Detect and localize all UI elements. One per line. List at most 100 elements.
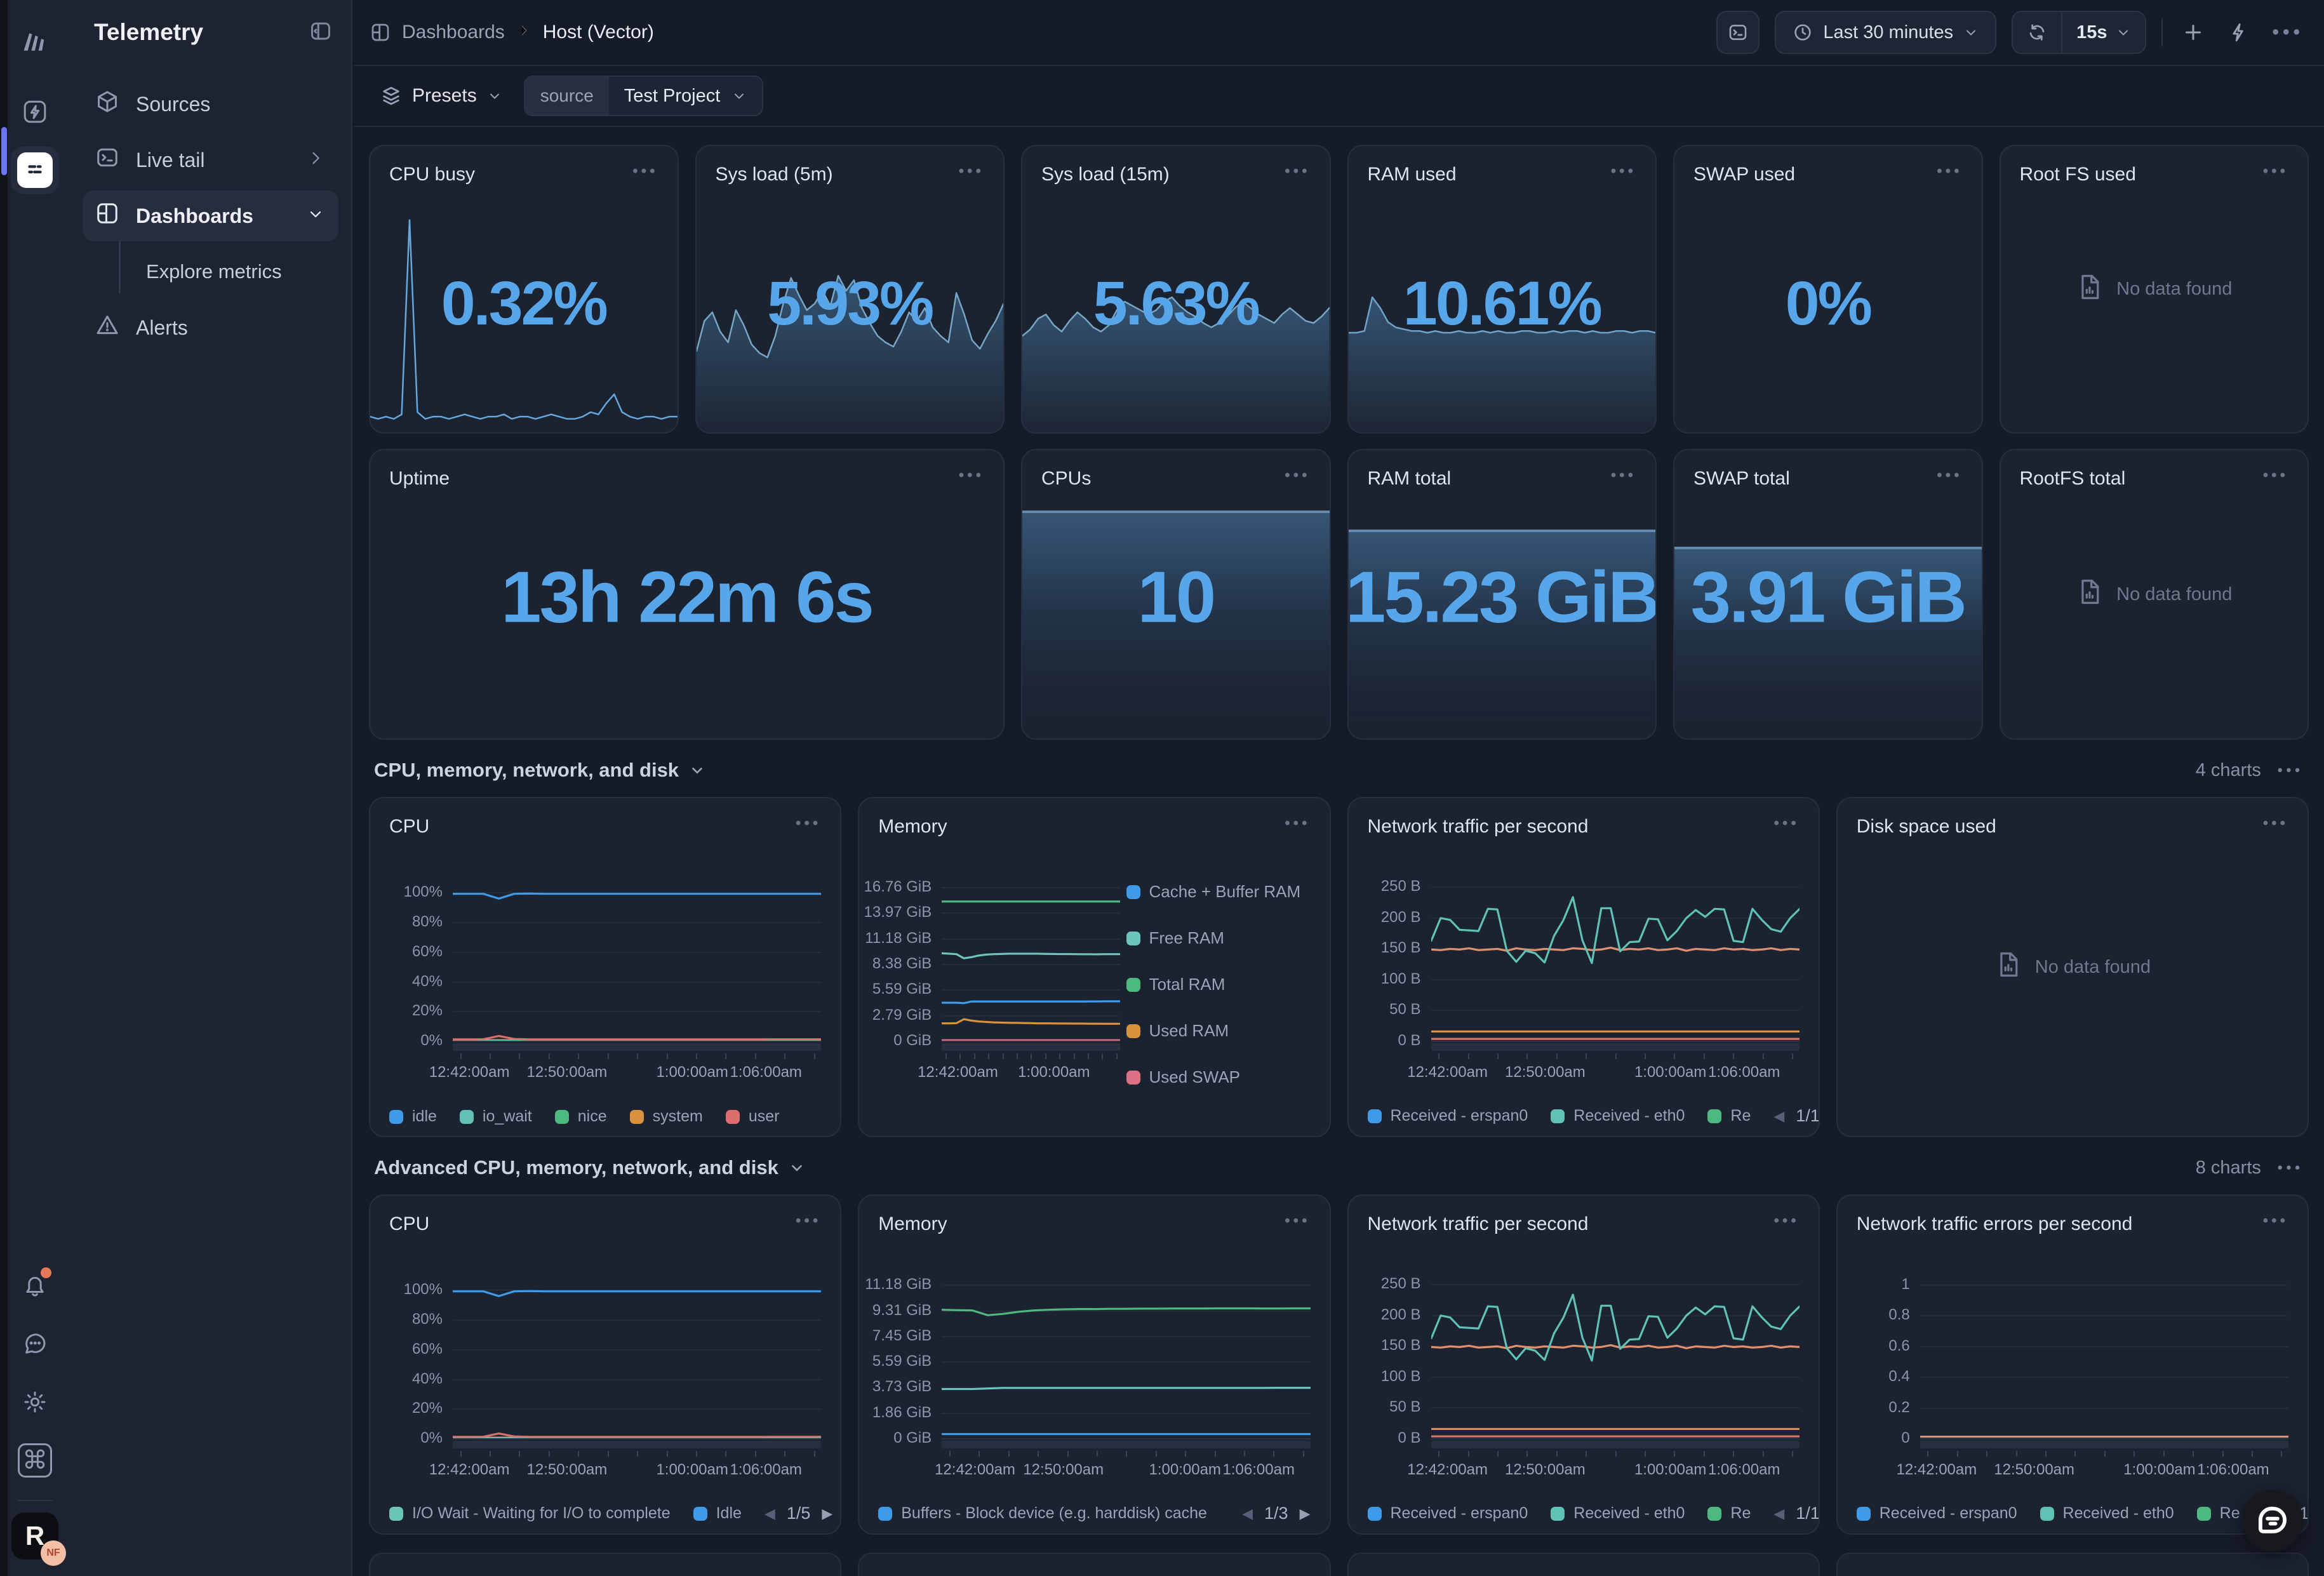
sidebar-item-alerts[interactable]: Alerts	[83, 302, 338, 353]
x-axis-label: 12:50:00am	[1994, 1461, 2074, 1479]
legend-item[interactable]: user	[726, 1107, 780, 1126]
card-menu-icon[interactable]: •••	[796, 1213, 821, 1229]
sidebar-item-explore-metrics[interactable]: Explore metrics	[83, 246, 338, 297]
axis-tick	[1468, 1053, 1469, 1059]
card-menu-icon[interactable]: •••	[2263, 1213, 2288, 1229]
card-menu-icon[interactable]: •••	[959, 468, 984, 483]
console-button[interactable]	[1716, 11, 1760, 54]
chart-plot[interactable]: 0 B50 B100 B150 B200 B250 B12:42:00am12:…	[1431, 873, 1800, 1041]
legend-item[interactable]: Idle	[693, 1504, 742, 1523]
more-options-button[interactable]: •••	[2268, 11, 2307, 54]
terminal-icon	[1728, 22, 1748, 43]
card-menu-icon[interactable]: •••	[1285, 816, 1310, 831]
source-filter[interactable]: source Test Project	[524, 76, 764, 116]
y-axis-label: 5.59 GiB	[872, 1352, 932, 1370]
quickstart-icon[interactable]	[11, 88, 59, 136]
card-menu-icon[interactable]: •••	[1937, 468, 1962, 483]
time-axis-band[interactable]	[453, 1043, 821, 1051]
chart-plot[interactable]: 0 GiB1.86 GiB3.73 GiB5.59 GiB7.45 GiB9.3…	[942, 1271, 1310, 1438]
legend-item[interactable]: Re	[1707, 1107, 1751, 1125]
time-axis-band[interactable]	[453, 1441, 821, 1448]
time-axis-band[interactable]	[1431, 1441, 1800, 1448]
legend-item[interactable]: Received - eth0	[1551, 1504, 1685, 1523]
pagination-next-icon[interactable]: ▶	[822, 1506, 832, 1522]
time-axis-band[interactable]	[942, 1043, 1119, 1051]
legend-item[interactable]: Cache + Buffer RAM	[1126, 882, 1311, 902]
card-menu-icon[interactable]: •••	[1774, 816, 1800, 831]
legend-item[interactable]: nice	[555, 1107, 607, 1126]
theme-icon[interactable]	[11, 1378, 59, 1426]
presets-menu[interactable]: Presets	[380, 85, 502, 107]
chart-plot[interactable]: 0 B50 B100 B150 B200 B250 B12:42:00am12:…	[1431, 1271, 1800, 1438]
command-menu-icon[interactable]: ⌘	[11, 1436, 59, 1485]
notifications-icon[interactable]	[11, 1261, 59, 1309]
telemetry-nav-icon[interactable]	[11, 146, 59, 194]
card-menu-icon[interactable]: •••	[2263, 468, 2288, 483]
legend-item[interactable]: Re	[2197, 1504, 2240, 1523]
card-menu-icon[interactable]: •••	[2263, 816, 2288, 831]
sidebar-item-sources[interactable]: Sources	[83, 79, 338, 130]
card-menu-icon[interactable]: •••	[796, 816, 821, 831]
chart-plot[interactable]: 0 GiB2.79 GiB5.59 GiB8.38 GiB11.18 GiB13…	[942, 873, 1119, 1041]
time-axis-band[interactable]	[1920, 1441, 2288, 1448]
card-menu-icon[interactable]: •••	[1285, 468, 1310, 483]
legend-item[interactable]: idle	[389, 1107, 437, 1126]
legend-item[interactable]: I/O Wait - Waiting for I/O to complete	[389, 1504, 671, 1523]
quick-actions-button[interactable]	[2224, 11, 2253, 54]
avatar[interactable]: R NF	[11, 1513, 58, 1559]
sidebar-item-dashboards[interactable]: Dashboards	[83, 190, 338, 241]
legend-swatch	[1126, 1024, 1140, 1038]
breadcrumb-root[interactable]: Dashboards	[402, 22, 505, 43]
axis-tick	[1303, 1451, 1304, 1457]
legend-item[interactable]: system	[630, 1107, 703, 1126]
section-toggle[interactable]: CPU, memory, network, and disk	[374, 759, 705, 782]
section-menu-icon[interactable]: •••	[2278, 1159, 2304, 1176]
pagination-prev-icon[interactable]: ◀	[1242, 1506, 1253, 1522]
pagination-prev-icon[interactable]: ◀	[1773, 1506, 1784, 1522]
chat-fab[interactable]	[2241, 1490, 2303, 1551]
chart-plot[interactable]: 0%20%40%60%80%100%12:42:00am12:50:00am1:…	[453, 873, 821, 1041]
legend-item[interactable]: Used RAM	[1126, 1021, 1311, 1041]
legend-item[interactable]: Total RAM	[1126, 975, 1311, 994]
axis-tick	[1586, 1053, 1587, 1059]
feedback-icon[interactable]	[11, 1319, 59, 1368]
legend-item[interactable]: io_wait	[460, 1107, 532, 1126]
card-menu-icon[interactable]: •••	[1285, 164, 1310, 179]
card-menu-icon[interactable]: •••	[1611, 468, 1636, 483]
pagination-next-icon[interactable]: ▶	[1300, 1506, 1311, 1522]
legend-item[interactable]: Received - erspan0	[1368, 1107, 1528, 1125]
axis-tick	[608, 1053, 609, 1059]
add-chart-button[interactable]	[2178, 11, 2208, 54]
legend-item[interactable]: Buffers - Block device (e.g. harddisk) c…	[878, 1504, 1207, 1523]
time-range-button[interactable]: Last 30 minutes	[1775, 11, 1996, 54]
card-menu-icon[interactable]: •••	[632, 164, 658, 179]
time-axis-band[interactable]	[1431, 1043, 1800, 1051]
refresh-button[interactable]	[2013, 12, 2061, 53]
app-logo[interactable]	[11, 18, 59, 66]
pagination-prev-icon[interactable]: ◀	[765, 1506, 775, 1522]
card-menu-icon[interactable]: •••	[1285, 1213, 1310, 1229]
legend-item[interactable]: Received - erspan0	[1857, 1504, 2017, 1523]
card-menu-icon[interactable]: •••	[2263, 164, 2288, 179]
chart-plot[interactable]: 00.20.40.60.8112:42:00am12:50:00am1:00:0…	[1920, 1271, 2288, 1438]
section-toggle[interactable]: Advanced CPU, memory, network, and disk	[374, 1156, 805, 1179]
sidebar-item-live-tail[interactable]: Live tail	[83, 135, 338, 185]
dashboard-content: CPU busy ••• 0.32% Sys load (5m) ••• 5.9…	[354, 127, 2324, 1576]
time-axis-band[interactable]	[942, 1441, 1310, 1448]
legend-item[interactable]: Received - erspan0	[1368, 1504, 1528, 1523]
legend-item[interactable]: Free RAM	[1126, 928, 1311, 948]
card-menu-icon[interactable]: •••	[1774, 1213, 1800, 1229]
card-menu-icon[interactable]: •••	[1611, 164, 1636, 179]
legend-label: system	[653, 1107, 703, 1126]
section-menu-icon[interactable]: •••	[2278, 762, 2304, 778]
chart-plot[interactable]: 0%20%40%60%80%100%12:42:00am12:50:00am1:…	[453, 1271, 821, 1438]
pagination-prev-icon[interactable]: ◀	[1773, 1108, 1784, 1125]
legend-item[interactable]: Received - eth0	[1551, 1107, 1685, 1125]
legend-item[interactable]: Re	[1707, 1504, 1751, 1523]
legend-item[interactable]: Used SWAP	[1126, 1067, 1311, 1087]
card-menu-icon[interactable]: •••	[1937, 164, 1962, 179]
collapse-sidebar-icon[interactable]	[309, 20, 332, 46]
card-menu-icon[interactable]: •••	[959, 164, 984, 179]
legend-item[interactable]: Received - eth0	[2040, 1504, 2174, 1523]
refresh-interval-button[interactable]: 15s	[2061, 12, 2145, 53]
